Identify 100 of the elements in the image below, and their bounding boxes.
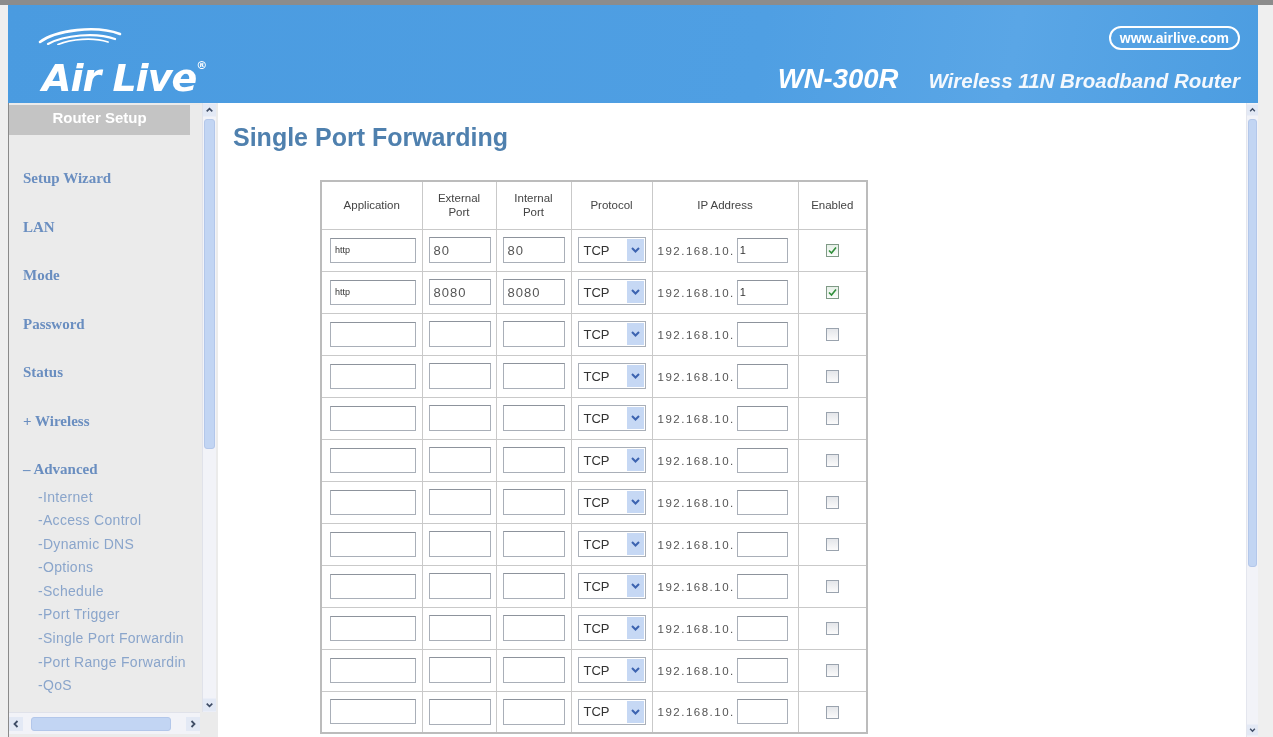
scrollbar[interactable] bbox=[9, 712, 200, 734]
enabled-checkbox[interactable] bbox=[825, 664, 839, 678]
enabled-checkbox[interactable] bbox=[825, 622, 839, 636]
scroll-down-icon[interactable] bbox=[203, 698, 216, 712]
protocol-dropdown[interactable]: TCP bbox=[577, 405, 646, 431]
external-port-field[interactable]: 80 bbox=[428, 237, 491, 263]
caret-icon[interactable] bbox=[626, 449, 644, 471]
internal-port-field[interactable] bbox=[502, 447, 565, 473]
protocol-dropdown[interactable]: TCP bbox=[577, 321, 646, 347]
column-header: External Port bbox=[422, 181, 496, 229]
caret-icon[interactable] bbox=[626, 659, 644, 681]
internal-port-field[interactable] bbox=[502, 489, 565, 515]
application-field[interactable] bbox=[330, 615, 416, 641]
internal-port-field[interactable]: 8080 bbox=[502, 279, 565, 305]
scroll-right-icon[interactable] bbox=[186, 716, 200, 731]
application-field[interactable] bbox=[330, 321, 416, 347]
ip-host-field[interactable]: 1 bbox=[736, 237, 788, 263]
scroll-down-icon[interactable] bbox=[1247, 723, 1258, 737]
scroll-up-icon[interactable] bbox=[203, 103, 216, 117]
scroll-thumb[interactable] bbox=[31, 716, 171, 731]
ip-prefix-text: 192.168.10. bbox=[657, 664, 735, 676]
ip-host-field[interactable] bbox=[736, 405, 788, 431]
product-name: Wireless 11N Broadband Router bbox=[928, 69, 1240, 93]
external-port-field[interactable] bbox=[428, 698, 491, 725]
scroll-thumb[interactable] bbox=[1248, 119, 1257, 567]
application-field[interactable] bbox=[330, 657, 416, 683]
external-port-field[interactable] bbox=[428, 531, 491, 557]
internal-port-field[interactable] bbox=[502, 363, 565, 389]
application-field[interactable] bbox=[330, 699, 416, 725]
scroll-thumb[interactable] bbox=[204, 119, 215, 449]
caret-icon[interactable] bbox=[626, 575, 644, 597]
external-port-field[interactable] bbox=[428, 321, 491, 347]
internal-port-field[interactable]: 80 bbox=[502, 237, 565, 263]
internal-port-field[interactable] bbox=[502, 531, 565, 557]
caret-icon[interactable] bbox=[626, 491, 644, 513]
enabled-checkbox[interactable] bbox=[825, 328, 839, 342]
internal-port-field[interactable] bbox=[502, 698, 565, 725]
protocol-dropdown[interactable]: TCP bbox=[577, 363, 646, 389]
caret-icon[interactable] bbox=[626, 700, 644, 723]
enabled-checkbox[interactable] bbox=[825, 496, 839, 510]
ip-host-field[interactable]: 1 bbox=[736, 279, 788, 305]
caret-icon[interactable] bbox=[626, 407, 644, 429]
external-port-field[interactable] bbox=[428, 405, 491, 431]
internal-port-field[interactable] bbox=[502, 321, 565, 347]
protocol-dropdown[interactable]: TCP bbox=[577, 573, 646, 599]
ip-host-field[interactable] bbox=[736, 573, 788, 599]
application-field[interactable] bbox=[330, 489, 416, 515]
ip-host-field[interactable] bbox=[736, 531, 788, 557]
application-field[interactable] bbox=[330, 573, 416, 599]
enabled-checkbox[interactable] bbox=[825, 370, 839, 384]
caret-icon[interactable] bbox=[626, 239, 644, 261]
ip-host-field[interactable] bbox=[736, 699, 788, 725]
external-port-field[interactable] bbox=[428, 447, 491, 473]
protocol-dropdown[interactable]: TCP bbox=[577, 615, 646, 641]
protocol-dropdown[interactable]: TCP bbox=[577, 489, 646, 515]
enabled-checkbox[interactable] bbox=[825, 286, 839, 300]
application-field[interactable]: http bbox=[330, 237, 416, 263]
protocol-dropdown[interactable]: TCP bbox=[577, 237, 646, 263]
application-field[interactable] bbox=[330, 447, 416, 473]
external-port-field[interactable]: 8080 bbox=[428, 279, 491, 305]
external-port-field[interactable] bbox=[428, 615, 491, 641]
caret-icon[interactable] bbox=[626, 365, 644, 387]
protocol-dropdown[interactable]: TCP bbox=[577, 698, 646, 725]
enabled-checkbox[interactable] bbox=[825, 706, 839, 719]
internal-port-field[interactable] bbox=[502, 573, 565, 599]
external-port-field[interactable] bbox=[428, 363, 491, 389]
application-field[interactable] bbox=[330, 405, 416, 431]
protocol-dropdown[interactable]: TCP bbox=[577, 657, 646, 683]
ip-host-field[interactable] bbox=[736, 657, 788, 683]
protocol-dropdown[interactable]: TCP bbox=[577, 279, 646, 305]
internal-port-field[interactable] bbox=[502, 405, 565, 431]
external-port-field[interactable] bbox=[428, 657, 491, 683]
ip-host-field[interactable] bbox=[736, 447, 788, 473]
ip-host-field[interactable] bbox=[736, 363, 788, 389]
external-port-field[interactable] bbox=[428, 573, 491, 599]
protocol-dropdown[interactable]: TCP bbox=[577, 531, 646, 557]
protocol-dropdown[interactable]: TCP bbox=[577, 447, 646, 473]
application-field[interactable]: http bbox=[330, 279, 416, 305]
external-port-field[interactable] bbox=[428, 489, 491, 515]
application-field[interactable] bbox=[330, 531, 416, 557]
application-field[interactable] bbox=[330, 363, 416, 389]
scroll-up-icon[interactable] bbox=[1247, 103, 1258, 117]
enabled-checkbox[interactable] bbox=[825, 454, 839, 468]
internal-port-field[interactable] bbox=[502, 615, 565, 641]
enabled-checkbox[interactable] bbox=[825, 244, 839, 258]
ip-prefix-text: 192.168.10. bbox=[657, 454, 735, 466]
caret-icon[interactable] bbox=[626, 617, 644, 639]
enabled-checkbox[interactable] bbox=[825, 412, 839, 426]
internal-port-field[interactable] bbox=[502, 657, 565, 683]
enabled-checkbox[interactable] bbox=[825, 538, 839, 552]
caret-icon[interactable] bbox=[626, 281, 644, 303]
ip-host-field[interactable] bbox=[736, 489, 788, 515]
scrollbar[interactable] bbox=[1246, 103, 1258, 737]
scrollbar[interactable] bbox=[202, 103, 216, 712]
enabled-checkbox[interactable] bbox=[825, 580, 839, 594]
ip-host-field[interactable] bbox=[736, 615, 788, 641]
caret-icon[interactable] bbox=[626, 323, 644, 345]
ip-host-field[interactable] bbox=[736, 321, 788, 347]
caret-icon[interactable] bbox=[626, 533, 644, 555]
scroll-left-icon[interactable] bbox=[9, 716, 23, 731]
